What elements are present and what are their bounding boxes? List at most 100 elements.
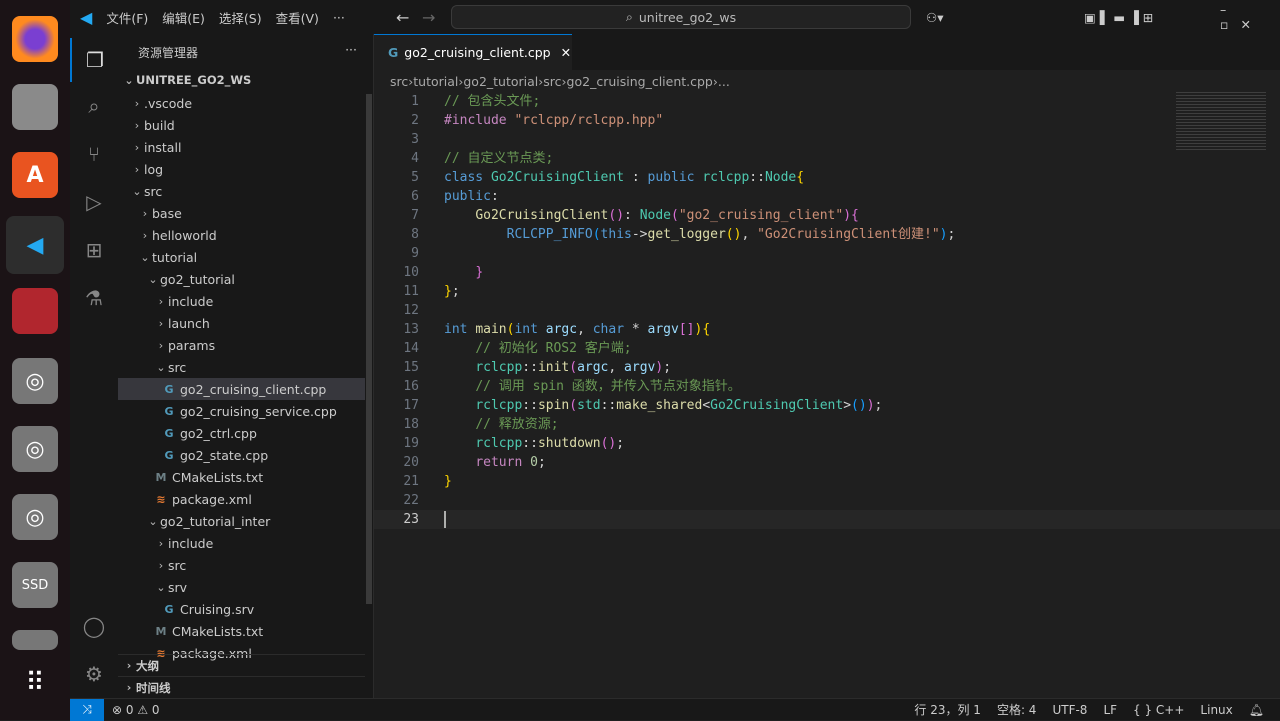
tree-item[interactable]: › install: [118, 136, 365, 158]
tree-item[interactable]: Ggo2_cruising_client.cpp: [118, 378, 365, 400]
code-line[interactable]: 6 public:: [374, 187, 1280, 206]
code-editor[interactable]: 1 // 包含头文件; 2 #include "rclcpp/rclcpp.hpp" 3…: [374, 92, 1280, 529]
tab-go2-cruising-client[interactable]: G go2_cruising_client.cpp ✕: [374, 34, 572, 70]
layout-icons[interactable]: ▣ ▌ ▬ ▐ ⊞: [1084, 10, 1153, 25]
tree-item[interactable]: ⌄ srv: [118, 576, 365, 598]
timeline-section[interactable]: › 时间线: [118, 676, 365, 698]
files-icon[interactable]: [12, 84, 58, 130]
tree-item[interactable]: ⌄ tutorial: [118, 246, 365, 268]
language-mode[interactable]: { } C++: [1133, 703, 1184, 717]
tree-item[interactable]: › launch: [118, 312, 365, 334]
code-line[interactable]: 12: [374, 301, 1280, 320]
tree-item[interactable]: › params: [118, 334, 365, 356]
tree-item[interactable]: ⌄ go2_tutorial_inter: [118, 510, 365, 532]
terminal-icon[interactable]: [12, 288, 58, 334]
tree-item[interactable]: › include: [118, 290, 365, 312]
tree-item[interactable]: › include: [118, 532, 365, 554]
cursor-position[interactable]: 行 23，列 1: [914, 701, 981, 718]
code-line[interactable]: 4 // 自定义节点类;: [374, 149, 1280, 168]
code-line[interactable]: 22: [374, 491, 1280, 510]
code-line[interactable]: 20 return 0;: [374, 453, 1280, 472]
code-line[interactable]: 18 // 释放资源;: [374, 415, 1280, 434]
code-line[interactable]: 8 RCLCPP_INFO(this->get_logger(), "Go2Cr…: [374, 225, 1280, 244]
encoding[interactable]: UTF-8: [1052, 703, 1087, 717]
disk-icon[interactable]: ◎: [12, 494, 58, 540]
disk-icon[interactable]: ◎: [12, 358, 58, 404]
apps-grid-icon[interactable]: ⠿: [12, 660, 58, 706]
window-controls[interactable]: –▫✕: [1220, 2, 1280, 32]
tree-item[interactable]: G Cruising.srv: [118, 598, 365, 620]
sidebar-scrollbar[interactable]: [366, 94, 372, 604]
tree-item[interactable]: Ggo2_cruising_service.cpp: [118, 400, 365, 422]
explorer-icon[interactable]: ❐: [70, 38, 118, 82]
problems-count[interactable]: ⊗ 0 ⚠ 0: [112, 703, 160, 717]
tree-item[interactable]: ⌄ go2_tutorial: [118, 268, 365, 290]
menu-file[interactable]: 文件(F): [106, 8, 148, 27]
extensions-icon[interactable]: ⊞: [70, 228, 118, 272]
breadcrumb-item[interactable]: tutorial: [413, 74, 458, 89]
tree-item[interactable]: M CMakeLists.txt: [118, 620, 365, 642]
code-line[interactable]: 23: [374, 510, 1280, 529]
code-line[interactable]: 14 // 初始化 ROS2 客户端;: [374, 339, 1280, 358]
back-arrow-icon[interactable]: ←: [396, 8, 409, 27]
code-line[interactable]: 21}: [374, 472, 1280, 491]
drive-icon[interactable]: [12, 630, 58, 650]
menu-edit[interactable]: 编辑(E): [162, 8, 205, 27]
workspace-root[interactable]: ⌄ UNITREE_GO2_WS: [118, 69, 365, 91]
copilot-icon[interactable]: ⚇▾: [926, 10, 943, 25]
testing-icon[interactable]: ⚗: [70, 276, 118, 320]
search-icon[interactable]: ⌕: [70, 84, 118, 128]
settings-gear-icon[interactable]: ⚙: [70, 652, 118, 696]
code-line[interactable]: 3: [374, 130, 1280, 149]
code-line[interactable]: 5 class Go2CruisingClient : public rclcpp…: [374, 168, 1280, 187]
platform[interactable]: Linux: [1200, 703, 1232, 717]
code-line[interactable]: 11};: [374, 282, 1280, 301]
vscode-icon[interactable]: ◀: [6, 216, 64, 274]
source-control-icon[interactable]: ⑂: [70, 132, 118, 176]
explorer-more-button[interactable]: ···: [345, 42, 357, 57]
breadcrumb-item[interactable]: src: [390, 74, 408, 89]
outline-section[interactable]: › 大纲: [118, 654, 365, 676]
code-line[interactable]: 10 }: [374, 263, 1280, 282]
app-center-icon[interactable]: A: [12, 152, 58, 198]
code-line[interactable]: 9: [374, 244, 1280, 263]
menu-selection[interactable]: 选择(S): [219, 8, 262, 27]
tree-item[interactable]: Ggo2_ctrl.cpp: [118, 422, 365, 444]
menu-more[interactable]: ···: [333, 10, 345, 25]
firefox-icon[interactable]: [12, 16, 58, 62]
breadcrumb-item[interactable]: go2_tutorial: [463, 74, 538, 89]
account-icon[interactable]: ◯: [70, 604, 118, 648]
tree-item[interactable]: › .vscode: [118, 92, 365, 114]
tree-item[interactable]: ⌄ src: [118, 356, 365, 378]
remote-indicator-icon[interactable]: ⤨: [70, 698, 104, 721]
end-of-line[interactable]: LF: [1103, 703, 1117, 717]
tree-item[interactable]: › src: [118, 554, 365, 576]
breadcrumb-item[interactable]: ...: [718, 74, 730, 89]
disk-icon[interactable]: ◎: [12, 426, 58, 472]
code-line[interactable]: 17 rclcpp::spin(std::make_shared<Go2Crui…: [374, 396, 1280, 415]
run-debug-icon[interactable]: ▷: [70, 180, 118, 224]
tree-item[interactable]: › helloworld: [118, 224, 365, 246]
code-line[interactable]: 1 // 包含头文件;: [374, 92, 1280, 111]
tree-item[interactable]: M CMakeLists.txt: [118, 466, 365, 488]
tree-item[interactable]: › base: [118, 202, 365, 224]
code-line[interactable]: 19 rclcpp::shutdown();: [374, 434, 1280, 453]
code-line[interactable]: 2 #include "rclcpp/rclcpp.hpp": [374, 111, 1280, 130]
notifications-bell-icon[interactable]: 🔔︎: [1249, 703, 1264, 717]
breadcrumb-item[interactable]: go2_cruising_client.cpp: [567, 74, 713, 89]
command-center-search[interactable]: ⌕ unitree_go2_ws: [451, 5, 911, 29]
breadcrumb-item[interactable]: src: [543, 74, 561, 89]
code-line[interactable]: 16 // 调用 spin 函数，并传入节点对象指针。: [374, 377, 1280, 396]
tree-item[interactable]: ≋ package.xml: [118, 488, 365, 510]
tree-item[interactable]: › build: [118, 114, 365, 136]
code-line[interactable]: 7 Go2CruisingClient(): Node("go2_cruisin…: [374, 206, 1280, 225]
ssd-icon[interactable]: SSD: [12, 562, 58, 608]
forward-arrow-icon[interactable]: →: [422, 8, 435, 27]
tree-item[interactable]: ⌄ src: [118, 180, 365, 202]
code-line[interactable]: 13 int main(int argc, char * argv[]){: [374, 320, 1280, 339]
tree-item[interactable]: Ggo2_state.cpp: [118, 444, 365, 466]
minimap[interactable]: [1176, 92, 1266, 152]
indentation[interactable]: 空格: 4: [997, 701, 1037, 718]
menu-view[interactable]: 查看(V): [276, 8, 319, 27]
close-tab-icon[interactable]: ✕: [561, 45, 571, 60]
